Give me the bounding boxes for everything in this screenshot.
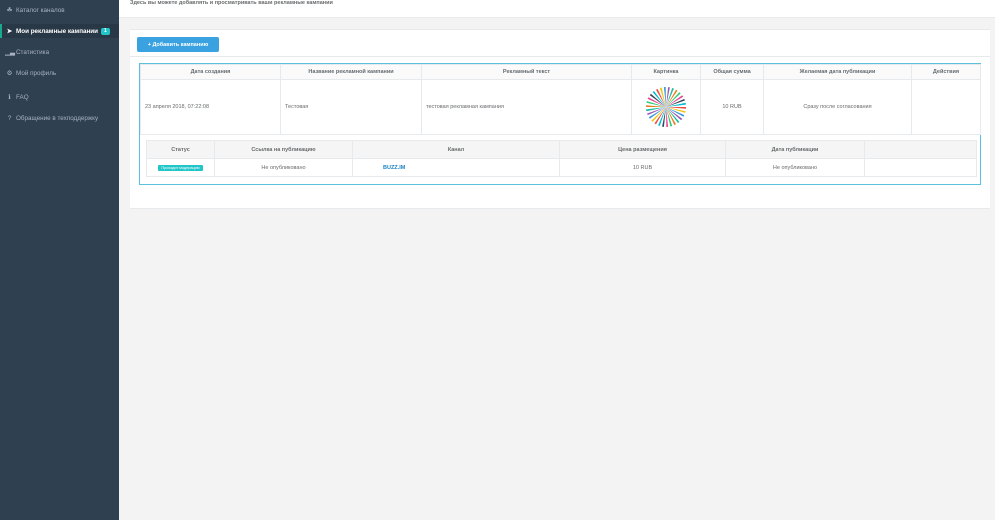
question-icon: ? [7,114,12,122]
col-image: Картинка [631,64,701,80]
col-status: Статус [146,140,215,159]
sidebar-item-label: Мои рекламные кампании [16,27,99,35]
sidebar-item-label: Каталог каналов [16,6,65,14]
campaign-count-badge: 1 [101,27,110,35]
publications-table: Статус Ссылка на публикацию Канал Цена р… [146,140,977,177]
col-campaign-name: Название рекламной кампании [280,64,422,80]
sidebar-item-label: Статистика [16,48,50,56]
channel-link[interactable]: BUZZ.IM [383,165,405,171]
add-campaign-button[interactable]: + Добавить кампанию [137,37,219,52]
col-total: Общая сумма [700,64,764,80]
col-created-date: Дата создания [140,64,281,80]
sidebar: ☘ Каталог каналов ➤ Мои рекламные кампан… [0,0,119,520]
bar-chart-icon: ▁▃ [5,49,15,56]
cell-channel: BUZZ.IM [352,158,560,177]
sidebar-item-profile[interactable]: ⚙ Мой профиль [0,66,119,80]
col-publication-link: Ссылка на публикацию [214,140,353,159]
cell-empty [864,158,977,177]
info-icon: ℹ [8,94,11,101]
col-ad-text: Рекламный текст [421,64,632,80]
cell-price: 10 RUB [559,158,726,177]
sidebar-item-faq[interactable]: ℹ FAQ [0,90,119,104]
campaigns-table: Дата создания Название рекламной кампани… [140,64,981,135]
cell-total: 10 RUB [700,79,764,135]
table-row[interactable]: 23 апреля 2018, 07:22:08 Тестовая тестов… [140,79,981,135]
sidebar-item-label: Мой профиль [16,69,57,77]
cell-created-date: 23 апреля 2018, 07:22:08 [140,79,281,135]
table-row: Проходит модерацию Не опубликовано BUZZ.… [146,158,977,177]
sidebar-item-my-campaigns[interactable]: ➤ Мои рекламные кампании 1 [0,24,119,38]
status-badge: Проходит модерацию [158,164,203,171]
cell-status: Проходит модерацию [146,158,215,177]
sidebar-item-channel-catalog[interactable]: ☘ Каталог каналов [0,3,119,17]
cell-publication-link: Не опубликовано [214,158,353,177]
col-channel: Канал [352,140,560,159]
sidebar-item-support[interactable]: ? Обращение в техподдержку [0,111,119,125]
cell-actions [911,79,981,135]
cell-campaign-name: Тестовая [280,79,422,135]
col-price: Цена размещения [559,140,726,159]
divider [130,56,990,57]
page-intro-text: Здесь вы можете добавлять и просматриват… [130,0,333,6]
paper-plane-icon: ➤ [6,28,13,35]
cell-pub-date: Не опубликовано [725,158,865,177]
cell-desired-date: Сразу после согласования [763,79,912,135]
sidebar-item-statistics[interactable]: ▁▃ Статистика [0,45,119,59]
users-icon: ☘ [6,7,13,14]
col-desired-date: Желаемая дата публикации [763,64,912,80]
gear-icon: ⚙ [6,70,13,77]
sidebar-item-label: FAQ [16,93,29,101]
table-header-row: Статус Ссылка на публикацию Канал Цена р… [146,140,977,159]
col-empty [864,140,977,159]
col-actions: Действия [911,64,981,80]
col-pub-date: Дата публикации [725,140,865,159]
cell-ad-text: тестовая рекламная кампания [421,79,632,135]
campaign-thumbnail-image[interactable] [643,84,689,130]
cell-image [631,79,701,135]
table-header-row: Дата создания Название рекламной кампани… [140,64,981,80]
sidebar-item-label: Обращение в техподдержку [16,114,99,122]
